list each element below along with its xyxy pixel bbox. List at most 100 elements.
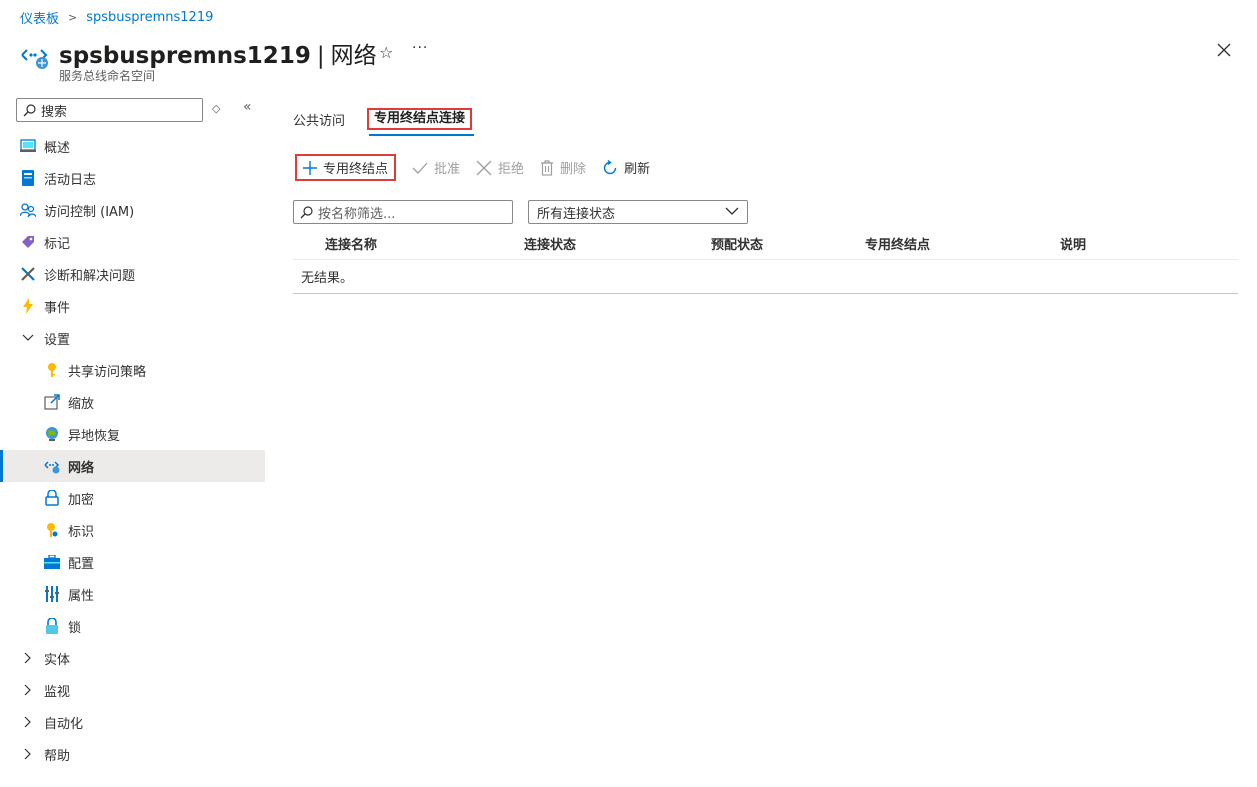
sidebar-item-label: 配置	[68, 556, 95, 572]
connection-status-dropdown[interactable]: 所有连接状态	[528, 200, 748, 224]
lock-icon	[44, 490, 60, 506]
sidebar-item-label: 共享访问策略	[68, 364, 147, 380]
command-bar: 专用终结点 批准 拒绝 删除 刷新	[295, 154, 666, 181]
column-header-private-endpoint[interactable]: 专用终结点	[865, 234, 930, 253]
table-header: 连接名称 连接状态 预配状态 专用终结点 说明	[293, 228, 1238, 260]
collapse-sidebar-icon[interactable]: «	[243, 99, 252, 115]
sidebar-item-identity[interactable]: 标识	[0, 514, 265, 546]
breadcrumb-home-link[interactable]: 仪表板	[20, 8, 59, 27]
close-icon[interactable]	[1216, 42, 1232, 58]
sidebar-item-tags[interactable]: 标记	[0, 226, 265, 258]
sidebar-item-networking[interactable]: 网络	[0, 450, 265, 482]
sidebar-item-label: 锁	[68, 620, 82, 636]
resource-type-subtitle: 服务总线命名空间	[59, 69, 156, 83]
identity-icon	[44, 522, 60, 538]
sidebar-item-label: 概述	[44, 140, 71, 156]
plus-icon	[303, 160, 317, 175]
filter-placeholder: 按名称筛选...	[318, 206, 396, 222]
sidebar-item-configuration[interactable]: 配置	[0, 546, 265, 578]
network-icon	[44, 458, 60, 474]
properties-icon	[44, 586, 60, 602]
sidebar-item-iam[interactable]: 访问控制 (IAM)	[0, 194, 265, 226]
refresh-icon	[602, 159, 618, 176]
sidebar-item-label: 标记	[44, 236, 71, 252]
iam-icon	[20, 202, 36, 218]
column-header-connection-name[interactable]: 连接名称	[325, 234, 377, 253]
sidebar-group-automation[interactable]: 自动化	[0, 706, 265, 738]
approve-label: 批准	[434, 162, 461, 177]
sidebar-search-input[interactable]: 搜索	[16, 98, 203, 122]
connections-table: 连接名称 连接状态 预配状态 专用终结点 说明 无结果。	[293, 228, 1238, 294]
sidebar-item-label: 标识	[68, 524, 95, 540]
sidebar-item-events[interactable]: 事件	[0, 290, 265, 322]
sidebar-item-label: 活动日志	[44, 172, 97, 188]
checkmark-icon	[412, 162, 428, 174]
delete-label: 删除	[560, 162, 587, 177]
chevron-right-icon	[20, 748, 36, 760]
refresh-button[interactable]: 刷新	[602, 154, 650, 181]
sidebar-item-label: 监视	[44, 684, 71, 700]
page-header: spsbuspremns1219 | 网络 ☆ ··· 服务总线命名空间	[18, 36, 1248, 86]
sidebar-item-label: 设置	[44, 332, 71, 348]
add-private-endpoint-label: 专用终结点	[323, 162, 389, 177]
sidebar-group-settings[interactable]: 设置	[0, 322, 265, 354]
add-private-endpoint-button[interactable]: 专用终结点	[295, 154, 397, 181]
tab-private-endpoint-connections[interactable]: 专用终结点连接	[367, 108, 475, 136]
column-header-provisioning-state[interactable]: 预配状态	[711, 234, 763, 253]
sidebar-group-monitoring[interactable]: 监视	[0, 674, 265, 706]
sidebar-item-overview[interactable]: 概述	[0, 130, 265, 162]
sidebar-item-label: 访问控制 (IAM)	[44, 204, 135, 220]
x-icon	[476, 160, 492, 176]
sidebar-search-placeholder: 搜索	[41, 104, 68, 120]
favorite-star-icon[interactable]: ☆	[379, 43, 393, 62]
expand-collapse-icon[interactable]: ◇	[212, 102, 220, 115]
sidebar-item-label: 实体	[44, 652, 71, 668]
sidebar-item-locks[interactable]: 锁	[0, 610, 265, 642]
scale-icon	[44, 394, 60, 410]
sidebar-item-label: 网络	[68, 460, 95, 476]
chevron-right-icon	[20, 716, 36, 728]
sidebar-item-diagnose[interactable]: 诊断和解决问题	[0, 258, 265, 290]
refresh-label: 刷新	[624, 162, 651, 177]
diagnose-icon	[20, 266, 36, 282]
empty-results-text: 无结果。	[293, 260, 1238, 294]
configuration-icon	[44, 554, 60, 570]
sidebar-menu: 概述 活动日志 访问控制 (IAM) 标记 诊断和解决问题 事件 设置 共享访问…	[0, 130, 265, 770]
sidebar-item-label: 诊断和解决问题	[44, 268, 136, 284]
chevron-down-icon	[20, 334, 36, 342]
chevron-right-icon	[20, 652, 36, 664]
overview-icon	[20, 138, 36, 154]
page-title: spsbuspremns1219 | 网络	[59, 36, 377, 70]
service-bus-namespace-icon	[21, 49, 48, 69]
reject-button[interactable]: 拒绝	[476, 154, 524, 181]
delete-button[interactable]: 删除	[540, 154, 586, 181]
filter-by-name-input[interactable]: 按名称筛选...	[293, 200, 513, 224]
sidebar-item-activity-log[interactable]: 活动日志	[0, 162, 265, 194]
title-separator: |	[316, 43, 325, 69]
sidebar-item-properties[interactable]: 属性	[0, 578, 265, 610]
sidebar-item-encryption[interactable]: 加密	[0, 482, 265, 514]
activity-log-icon	[20, 170, 36, 186]
chevron-right-icon	[20, 684, 36, 696]
lock-resource-icon	[44, 618, 60, 634]
more-options-icon[interactable]: ···	[412, 40, 428, 56]
sidebar-item-label: 加密	[68, 492, 95, 508]
page-name: 网络	[330, 43, 377, 69]
sidebar-group-help[interactable]: 帮助	[0, 738, 265, 770]
sidebar-item-geo-recovery[interactable]: 异地恢复	[0, 418, 265, 450]
sidebar-group-entities[interactable]: 实体	[0, 642, 265, 674]
approve-button[interactable]: 批准	[412, 154, 460, 181]
column-header-connection-state[interactable]: 连接状态	[524, 234, 576, 253]
breadcrumb-current-link[interactable]: spsbuspremns1219	[86, 10, 213, 25]
tag-icon	[20, 234, 36, 250]
sidebar-item-shared-access-policies[interactable]: 共享访问策略	[0, 354, 265, 386]
connection-status-selected: 所有连接状态	[537, 206, 616, 222]
sidebar-item-scale[interactable]: 缩放	[0, 386, 265, 418]
sidebar-item-label: 缩放	[68, 396, 95, 412]
column-header-description[interactable]: 说明	[1060, 234, 1086, 253]
tab-public-access[interactable]: 公共访问	[293, 110, 345, 136]
sidebar-item-label: 异地恢复	[68, 428, 121, 444]
sidebar-item-label: 帮助	[44, 748, 71, 764]
breadcrumb-separator-icon: >	[68, 10, 78, 24]
tab-bar: 公共访问 专用终结点连接	[293, 108, 494, 136]
